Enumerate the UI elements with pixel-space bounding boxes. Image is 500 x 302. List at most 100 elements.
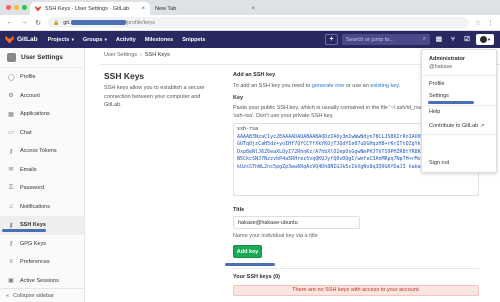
chevron-down-icon: ▾ xyxy=(487,36,491,42)
star-icon[interactable]: ☆ xyxy=(475,19,481,27)
divider xyxy=(422,75,496,76)
divider xyxy=(422,134,496,135)
minimize-window-icon[interactable] xyxy=(14,5,19,10)
highlight-annotation xyxy=(225,263,275,266)
new-item-plus-icon[interactable]: + xyxy=(325,34,338,45)
nav-projects[interactable]: Projects ▾ xyxy=(48,37,74,43)
browser-tab-new[interactable]: New Tab × xyxy=(150,2,260,15)
address-bar: ← → ↻ 🔒 git. /profile/keys ☆ ⋮ xyxy=(0,15,500,31)
grid-icon: ▦ xyxy=(8,111,14,118)
menu-item-profile[interactable]: Profile xyxy=(429,81,445,87)
existing-key-link[interactable]: existing key xyxy=(370,83,398,89)
double-chevron-left-icon: « xyxy=(6,292,10,299)
search-icon: ⌕ xyxy=(422,36,426,42)
breadcrumb-separator-icon: › xyxy=(140,52,142,58)
tab-label: SSH Keys · User Settings · GitLab xyxy=(45,5,130,12)
menu-item-help[interactable]: Help xyxy=(429,109,440,115)
gitlab-logo[interactable]: GitLab xyxy=(5,35,38,44)
user-settings-icon xyxy=(7,53,16,62)
search-placeholder: Search or jump to... xyxy=(346,36,394,43)
user-dropdown-menu: Administrator @hakase Profile Settings H… xyxy=(421,49,497,173)
dropdown-username: @hakase xyxy=(429,64,453,70)
chevron-down-icon: ▾ xyxy=(103,36,107,42)
lock-icon: 🔒 xyxy=(53,19,60,26)
gitlab-navbar: GitLab Projects ▾ Groups ▾ Activity Mile… xyxy=(0,31,500,48)
maximize-window-icon[interactable] xyxy=(22,5,27,10)
gitlab-favicon-icon xyxy=(35,5,41,12)
highlight-annotation xyxy=(428,101,474,104)
mail-icon: ✉ xyxy=(8,167,14,174)
nav-snippets[interactable]: Snippets xyxy=(182,37,205,43)
page-title: SSH Keys xyxy=(104,71,145,81)
todos-icon[interactable]: ☑ xyxy=(462,34,472,45)
divider xyxy=(422,105,496,106)
sliders-icon: ≡ xyxy=(9,259,13,266)
reload-icon[interactable]: ↻ xyxy=(34,19,42,27)
url-prefix: git. xyxy=(63,19,71,26)
key-icon: ⚷ xyxy=(8,148,14,155)
sidebar-item-account[interactable]: ⚙ Account xyxy=(0,87,84,106)
nav-milestones[interactable]: Milestones xyxy=(145,37,173,43)
merge-request-icon[interactable]: ⑂ xyxy=(448,34,458,45)
forward-icon[interactable]: → xyxy=(20,19,28,26)
add-key-button[interactable]: Add key xyxy=(233,245,262,258)
breadcrumb-parent[interactable]: User Settings xyxy=(104,52,137,58)
collapse-sidebar-button[interactable]: « Collapse sidebar xyxy=(0,288,85,302)
close-window-icon[interactable] xyxy=(6,5,11,10)
title-field[interactable] xyxy=(233,216,360,229)
bell-icon: ♫ xyxy=(8,203,14,210)
key-icon: ⚷ xyxy=(8,222,14,229)
sidebar-item-profile[interactable]: ◯ Profile xyxy=(0,68,84,87)
dropdown-user-name: Administrator xyxy=(429,56,466,62)
menu-item-contribute[interactable]: Contribute to GitLab ↗ xyxy=(429,123,484,129)
breadcrumb: User Settings › SSH Keys xyxy=(104,52,170,58)
user-avatar-button[interactable]: ▾ xyxy=(476,34,494,45)
generate-one-link[interactable]: generate one xyxy=(312,83,344,89)
sidebar-item-chat[interactable]: ▭ Chat xyxy=(0,124,84,143)
empty-keys-alert: There are no SSH keys with access to you… xyxy=(233,285,479,296)
close-tab-icon[interactable]: × xyxy=(251,6,255,12)
settings-sidebar: User Settings ◯ Profile ⚙ Account ▦ Applica… xyxy=(0,48,85,302)
monitor-icon: ▣ xyxy=(8,278,14,285)
close-tab-icon[interactable]: × xyxy=(141,6,145,12)
sidebar-item-emails[interactable]: ✉ Emails xyxy=(0,161,84,180)
url-suffix: /profile/keys xyxy=(125,19,155,26)
sidebar-item-preferences[interactable]: ≡ Preferences xyxy=(0,253,84,272)
sidebar-item-notifications[interactable]: ♫ Notifications xyxy=(0,198,84,217)
external-link-icon: ↗ xyxy=(480,123,485,129)
sidebar-item-access-tokens[interactable]: ⚷ Access Tokens xyxy=(0,142,84,161)
tanuki-logo-icon xyxy=(5,35,14,44)
user-icon: ◯ xyxy=(8,74,15,81)
sidebar-item-gpg-keys[interactable]: ⚷ GPG Keys xyxy=(0,235,84,254)
key-icon: ⚷ xyxy=(8,241,14,248)
nav-activity[interactable]: Activity xyxy=(116,37,136,43)
sidebar-item-applications[interactable]: ▦ Applications xyxy=(0,105,84,124)
lock-icon: ⚿ xyxy=(8,184,14,191)
page-description: SSH keys allow you to establish a secure… xyxy=(104,85,205,108)
url-field[interactable]: 🔒 git. /profile/keys xyxy=(48,17,469,28)
tab-label: New Tab xyxy=(155,5,177,12)
back-icon[interactable]: ← xyxy=(6,19,14,26)
menu-item-sign-out[interactable]: Sign out xyxy=(429,160,449,166)
your-keys-heading: Your SSH keys (0) xyxy=(233,274,280,280)
browser-tab-bar: SSH Keys · User Settings · GitLab × New … xyxy=(0,0,500,15)
breadcrumb-current: SSH Keys xyxy=(144,52,170,58)
avatar xyxy=(479,36,487,43)
gear-icon: ⚙ xyxy=(8,93,14,100)
nav-groups[interactable]: Groups ▾ xyxy=(83,37,107,43)
menu-item-settings[interactable]: Settings xyxy=(429,93,449,99)
chevron-down-icon: ▾ xyxy=(70,36,74,42)
navbar-right: + Search or jump to... ⌕ ▤ ⑂ ☑ ▾ xyxy=(325,34,494,45)
window-controls xyxy=(6,5,27,10)
title-label: Title xyxy=(233,207,245,213)
sidebar-header[interactable]: User Settings xyxy=(0,48,84,68)
browser-tab-active[interactable]: SSH Keys · User Settings · GitLab × xyxy=(30,2,150,15)
issues-icon[interactable]: ▤ xyxy=(434,34,444,45)
menu-dots-icon[interactable]: ⋮ xyxy=(487,19,494,27)
search-input[interactable]: Search or jump to... ⌕ xyxy=(342,34,430,45)
brand-label: GitLab xyxy=(17,36,38,43)
chat-icon: ▭ xyxy=(8,130,14,137)
sidebar-item-password[interactable]: ⚿ Password xyxy=(0,179,84,198)
sidebar-title: User Settings xyxy=(21,54,63,61)
divider xyxy=(233,268,479,269)
